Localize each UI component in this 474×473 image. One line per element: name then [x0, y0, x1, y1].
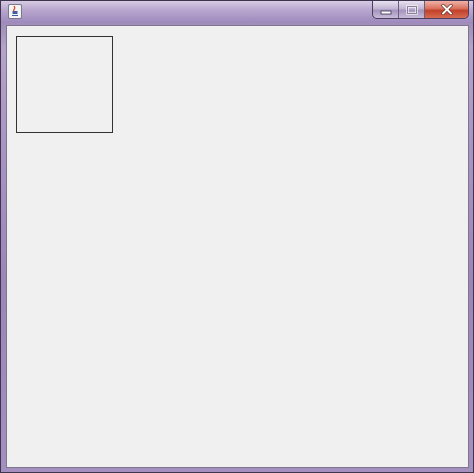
title-bar[interactable] [1, 1, 473, 23]
maximize-icon [405, 4, 418, 15]
content-panel [6, 25, 469, 468]
java-cup-icon[interactable] [8, 4, 22, 19]
maximize-button[interactable] [399, 1, 425, 18]
close-icon [440, 4, 453, 15]
app-window [0, 0, 474, 473]
close-button[interactable] [425, 1, 468, 18]
minimize-button[interactable] [373, 1, 399, 18]
drawn-square [16, 36, 113, 133]
minimize-icon [380, 10, 391, 14]
window-controls [372, 1, 469, 19]
